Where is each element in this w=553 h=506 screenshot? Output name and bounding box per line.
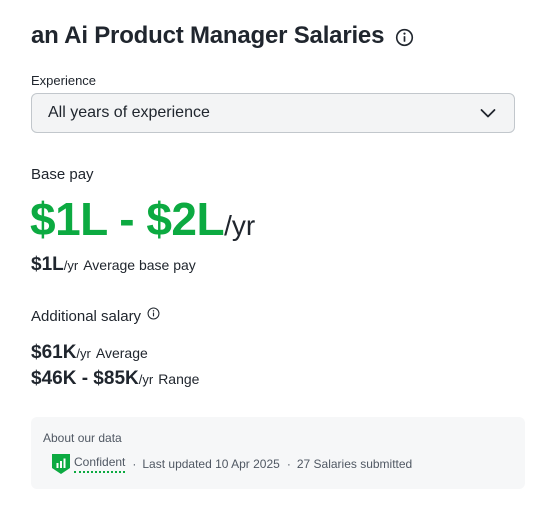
- salaries-submitted: 27 Salaries submitted: [296, 457, 413, 471]
- additional-salary-average: $61K /yr Average: [31, 342, 148, 364]
- additional-average-label: Average: [95, 345, 148, 361]
- additional-range-value: $46K - $85K: [31, 368, 139, 389]
- info-icon[interactable]: [147, 307, 160, 320]
- separator-dot: ·: [132, 457, 137, 471]
- experience-dropdown-value: All years of experience: [48, 104, 210, 121]
- average-base-pay-unit: /yr: [63, 258, 79, 273]
- info-icon[interactable]: [394, 28, 414, 48]
- average-base-pay-label: Average base pay: [83, 257, 196, 273]
- title-row: an Ai Product Manager Salaries: [31, 22, 414, 50]
- experience-dropdown[interactable]: All years of experience: [31, 93, 515, 133]
- average-base-pay-value: $1L: [31, 254, 64, 275]
- separator-dot: ·: [286, 457, 291, 471]
- average-base-pay: $1L /yr Average base pay: [31, 254, 196, 276]
- last-updated: Last updated 10 Apr 2025: [142, 457, 280, 471]
- confidence-level[interactable]: Confident: [74, 455, 126, 473]
- about-data-meta: Confident · Last updated 10 Apr 2025 · 2…: [51, 453, 412, 475]
- page-title: an Ai Product Manager Salaries: [31, 22, 385, 49]
- base-pay-range-value: $1L - $2L: [30, 193, 225, 245]
- about-data-title: About our data: [43, 431, 122, 445]
- experience-label: Experience: [31, 73, 97, 88]
- additional-salary-label: Additional salary: [31, 308, 142, 325]
- base-pay-range-unit: /yr: [224, 210, 256, 241]
- base-pay-label: Base pay: [31, 166, 94, 183]
- chevron-down-icon: [478, 103, 498, 123]
- additional-average-value: $61K: [31, 342, 77, 363]
- about-data-panel: About our data Confident · Last updated …: [31, 417, 525, 489]
- additional-range-unit: /yr: [138, 372, 154, 387]
- salary-card: an Ai Product Manager Salaries Experienc…: [0, 0, 553, 506]
- additional-salary-header: Additional salary: [31, 307, 160, 325]
- confidence-shield-icon: [51, 453, 71, 475]
- additional-salary-range: $46K - $85K /yr Range: [31, 368, 199, 390]
- additional-average-unit: /yr: [76, 346, 91, 361]
- base-pay-range: $1L - $2L /yr: [30, 192, 255, 246]
- additional-range-label: Range: [158, 371, 200, 387]
